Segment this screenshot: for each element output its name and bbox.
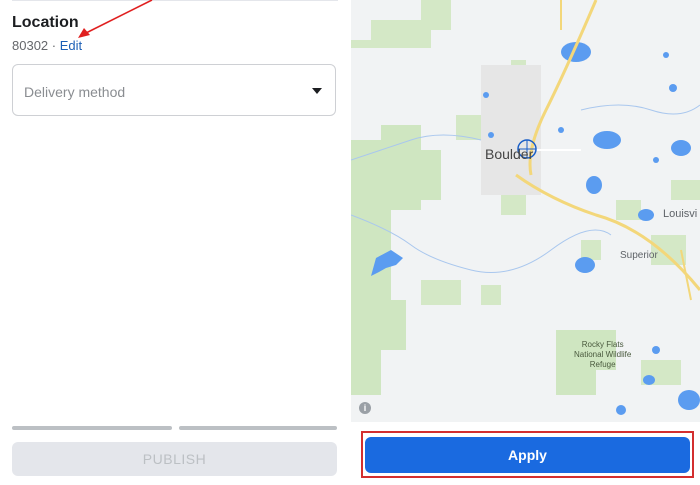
delivery-method-placeholder: Delivery method: [24, 84, 126, 100]
progress-segment-2: [179, 426, 337, 430]
map-label-rocky-flats: Rocky Flats National Wildlife Refuge: [574, 340, 632, 369]
publish-button[interactable]: PUBLISH: [12, 442, 337, 476]
progress-segment-1: [12, 426, 172, 430]
location-map[interactable]: Boulder Louisvi Superior Rocky Flats Nat…: [351, 0, 700, 422]
map-label-boulder: Boulder: [485, 146, 534, 162]
map-graphic: [351, 0, 700, 422]
map-label-superior: Superior: [620, 250, 658, 261]
map-info-icon[interactable]: i: [359, 402, 371, 414]
location-summary: 80302 · Edit: [12, 38, 82, 53]
separator: ·: [48, 38, 60, 53]
delivery-method-select[interactable]: Delivery method: [12, 64, 336, 116]
apply-button[interactable]: Apply: [365, 437, 690, 473]
edit-location-link[interactable]: Edit: [60, 38, 82, 53]
location-zip: 80302: [12, 38, 49, 53]
location-title: Location: [12, 14, 79, 31]
caret-down-icon: [312, 88, 322, 94]
map-label-louisville: Louisvi: [663, 208, 698, 220]
listing-panel: Location 80302 · Edit Delivery method PU…: [0, 0, 350, 485]
